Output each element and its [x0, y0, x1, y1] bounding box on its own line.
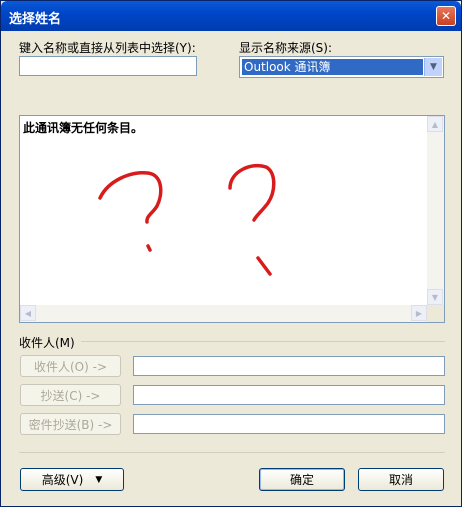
- scroll-right-icon[interactable]: ▶: [411, 305, 427, 321]
- source-selected-value: Outlook 通讯簿: [242, 59, 423, 75]
- bcc-button[interactable]: 密件抄送(B) ->: [20, 413, 121, 435]
- scroll-down-icon[interactable]: ▼: [427, 289, 443, 305]
- scroll-left-icon[interactable]: ◀: [20, 305, 36, 321]
- window-title: 选择姓名: [9, 12, 62, 27]
- title-bar: 选择姓名 ✕: [1, 1, 461, 31]
- source-dropdown[interactable]: Outlook 通讯簿 ▼: [239, 56, 444, 78]
- to-button[interactable]: 收件人(O) ->: [20, 355, 121, 377]
- horizontal-scrollbar[interactable]: ◀ ▶: [20, 305, 427, 322]
- scroll-up-icon[interactable]: ▲: [427, 116, 443, 132]
- search-label: 键入名称或直接从列表中选择(Y):: [19, 41, 196, 55]
- vertical-scrollbar[interactable]: ▲ ▼: [427, 116, 444, 305]
- select-names-dialog: 选择姓名 ✕ 键入名称或直接从列表中选择(Y): 显示名称来源(S): Outl…: [0, 0, 462, 507]
- group-divider: [81, 341, 445, 342]
- cc-field[interactable]: [133, 385, 445, 405]
- ok-button[interactable]: 确定: [259, 468, 345, 491]
- advanced-button[interactable]: 高级(V) ▼: [20, 468, 124, 491]
- close-icon[interactable]: ✕: [436, 6, 456, 26]
- question-marks-annotation: [98, 164, 276, 276]
- search-input[interactable]: [19, 56, 197, 76]
- advanced-button-label: 高级(V): [41, 473, 84, 487]
- bcc-field[interactable]: [133, 414, 445, 434]
- footer-divider: [19, 452, 445, 453]
- to-field[interactable]: [133, 356, 445, 376]
- address-list[interactable]: 此通讯簿无任何条目。 ▲ ▼ ◀ ▶: [19, 115, 445, 323]
- cc-button[interactable]: 抄送(C) ->: [20, 384, 121, 406]
- chevron-down-icon[interactable]: ▼: [424, 58, 442, 76]
- cancel-button[interactable]: 取消: [358, 468, 444, 491]
- dropdown-arrow-icon: ▼: [95, 474, 103, 485]
- source-label: 显示名称来源(S):: [239, 41, 333, 55]
- scroll-corner: [427, 305, 444, 322]
- recipients-group-label: 收件人(M): [19, 336, 75, 350]
